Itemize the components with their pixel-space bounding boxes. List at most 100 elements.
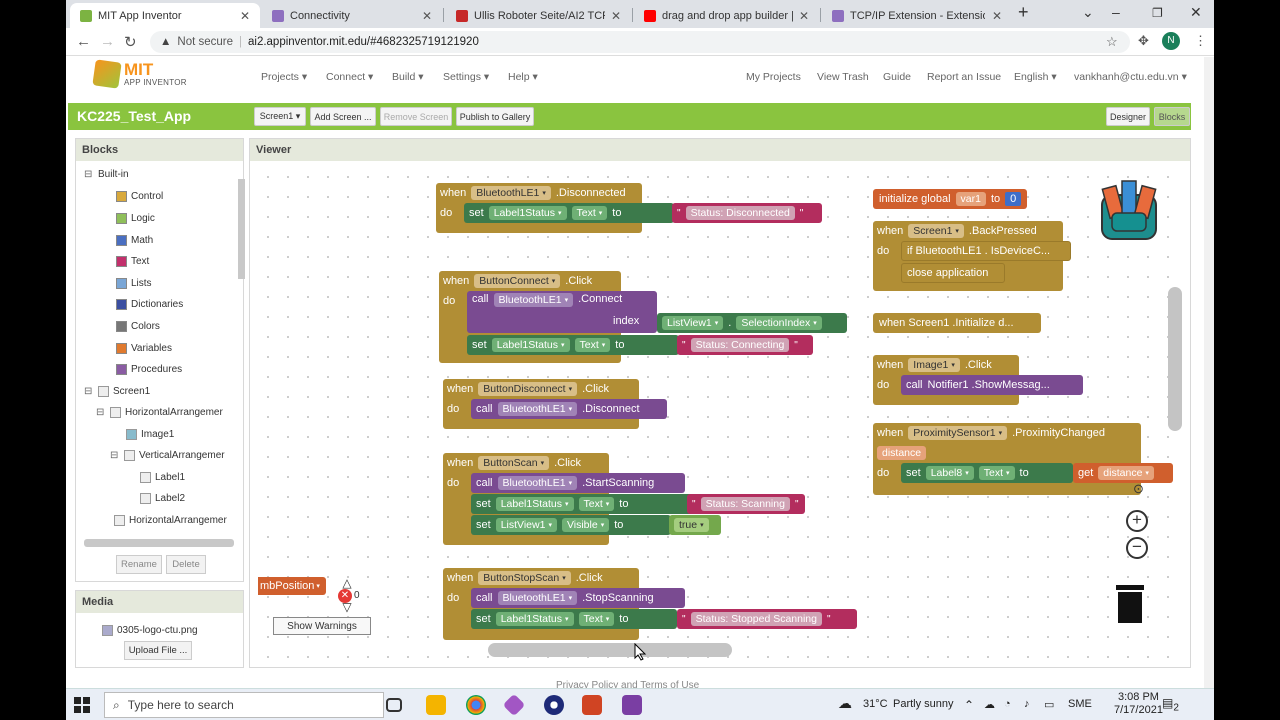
call-block-connect[interactable]: call BluetoothLE1 ▾ .Connect index (467, 291, 657, 333)
designer-button[interactable]: Designer (1106, 107, 1150, 126)
builtin-colors[interactable]: Colors (116, 321, 160, 332)
set-block[interactable]: set Label1Status ▾ Text ▾ to (471, 609, 677, 629)
blocks-button[interactable]: Blocks (1154, 107, 1190, 126)
file-explorer-icon[interactable] (426, 695, 446, 715)
component-dropdown[interactable]: Label1Status ▾ (488, 206, 567, 220)
menu-help[interactable]: Help ▾ (508, 71, 538, 83)
event-block-image-click[interactable]: when Image1 ▾ .Click do call Notifier1 .S… (873, 355, 1083, 405)
component-dropdown[interactable]: Label1Status ▾ (495, 612, 574, 626)
wifi-icon[interactable]: ◔ (1004, 698, 1011, 710)
tree-vertical-scrollbar[interactable] (238, 179, 245, 279)
workspace-horizontal-scrollbar[interactable] (488, 643, 732, 657)
zoom-in-icon[interactable]: + (1126, 510, 1148, 532)
menu-guide[interactable]: Guide (883, 71, 911, 83)
close-tab-icon[interactable]: ✕ (422, 9, 432, 23)
menu-report-issue[interactable]: Report an Issue (927, 71, 1001, 83)
string-value[interactable]: Status: Disconnected (685, 206, 795, 220)
event-block-button-disconnect[interactable]: when ButtonDisconnect ▾ .Click do call Bl… (443, 379, 667, 429)
collapse-icon[interactable]: ⊟ (110, 450, 120, 461)
event-block-button-scan[interactable]: when ButtonScan ▾ .Click do call Bluetoot… (443, 453, 805, 545)
show-warnings-button[interactable]: Show Warnings (273, 617, 371, 635)
trash-can-icon[interactable] (1114, 583, 1146, 625)
initialize-global-block[interactable]: initialize global var1 to 0 (873, 189, 1028, 209)
eclipse-icon[interactable] (544, 695, 564, 715)
property-dropdown[interactable]: SelectionIndex ▾ (736, 316, 822, 330)
tree-label2[interactable]: Label2 (140, 493, 185, 504)
event-block-ble-disconnected[interactable]: when BluetoothLE1 ▾ .Disconnected do set … (436, 183, 822, 233)
property-dropdown[interactable]: Text ▾ (578, 497, 615, 511)
builtin-control[interactable]: Control (116, 191, 163, 202)
logic-true-block[interactable]: true ▾ (669, 515, 721, 535)
event-block-button-stop-scan[interactable]: when ButtonStopScan ▾ .Click do call Blue… (443, 568, 857, 640)
upload-file-button[interactable]: Upload File ... (124, 641, 192, 660)
call-block-disconnect[interactable]: call BluetoothLE1 ▾ .Disconnect (471, 399, 667, 419)
profile-avatar[interactable]: N (1162, 32, 1180, 50)
app-icon[interactable] (502, 693, 526, 717)
collapse-icon[interactable]: ⊟ (84, 169, 94, 180)
component-dropdown[interactable]: ButtonStopScan ▾ (478, 571, 571, 585)
backpack-icon[interactable] (1094, 177, 1164, 243)
property-dropdown[interactable]: Visible ▾ (561, 518, 610, 532)
set-block[interactable]: set Label1Status ▾ Text ▾ to (464, 203, 674, 223)
bool-dropdown[interactable]: true ▾ (674, 518, 709, 532)
text-string-block[interactable]: " Status: Stopped Scanning " (677, 609, 857, 629)
builtin-math[interactable]: Math (116, 235, 153, 246)
string-value[interactable]: Status: Connecting (690, 338, 790, 352)
minimize-icon[interactable]: – (1112, 4, 1120, 20)
menu-view-trash[interactable]: View Trash (817, 71, 869, 83)
tab-connectivity[interactable]: Connectivity ✕ (262, 3, 442, 28)
property-dropdown[interactable]: Text ▾ (978, 466, 1015, 480)
string-value[interactable]: Status: Stopped Scanning (690, 612, 822, 626)
extensions-icon[interactable]: ✥ (1138, 33, 1149, 49)
text-string-block[interactable]: " Status: Disconnected " (672, 203, 822, 223)
tab-tcpip-extension[interactable]: TCP/IP Extension - Extensions - ✕ (822, 3, 1012, 28)
forward-icon[interactable]: → (100, 33, 115, 50)
text-string-block[interactable]: " Status: Connecting " (677, 335, 813, 355)
tree-image1[interactable]: Image1 (126, 429, 174, 440)
add-screen-button[interactable]: Add Screen ... (310, 107, 376, 126)
component-dropdown[interactable]: ListView1 ▾ (662, 316, 724, 330)
mit-app-inventor-logo[interactable]: MIT APP INVENTOR (92, 59, 187, 89)
tree-screen1[interactable]: ⊟ Screen1 (84, 386, 150, 397)
set-block[interactable]: set Label1Status ▾ Text ▾ to (467, 335, 679, 355)
url-input[interactable]: ▲ Not secure | ai2.appinventor.mit.edu/#… (150, 31, 1130, 53)
bookmark-star-icon[interactable]: ☆ (1106, 34, 1118, 50)
publish-gallery-button[interactable]: Publish to Gallery (456, 107, 534, 126)
menu-connect[interactable]: Connect ▾ (326, 71, 373, 83)
rename-button[interactable]: Rename (116, 555, 162, 574)
call-notifier-collapsed[interactable]: call Notifier1 .ShowMessag... (901, 375, 1083, 395)
close-tab-icon[interactable]: ✕ (799, 9, 809, 23)
powerpoint-icon[interactable] (582, 695, 602, 715)
network-icon[interactable]: ☁ (984, 698, 995, 711)
windows-start-icon[interactable] (74, 697, 90, 713)
builtin-procedures[interactable]: Procedures (116, 364, 182, 375)
builtin-text[interactable]: Text (116, 256, 149, 267)
partial-thumb-position-block[interactable]: mbPosition ▾ (258, 577, 326, 595)
menu-account[interactable]: vankhanh@ctu.edu.vn ▾ (1074, 71, 1187, 83)
component-dropdown[interactable]: BluetoothLE1 ▾ (493, 293, 574, 307)
collapse-icon[interactable]: ⊟ (84, 386, 94, 397)
builtin-variables[interactable]: Variables (116, 343, 172, 354)
property-dropdown[interactable]: Text ▾ (571, 206, 608, 220)
component-dropdown[interactable]: ProximitySensor1 ▾ (908, 426, 1008, 440)
reload-icon[interactable]: ↻ (124, 33, 137, 51)
event-block-screen-initialize-collapsed[interactable]: when Screen1 .Initialize d... (873, 313, 1041, 333)
close-tab-icon[interactable]: ✕ (992, 9, 1002, 23)
menu-settings[interactable]: Settings ▾ (443, 71, 489, 83)
center-icon[interactable]: ⊙ (1133, 481, 1144, 497)
event-block-back-pressed[interactable]: when Screen1 ▾ .BackPressed do if Bluetoo… (873, 221, 1071, 291)
component-dropdown[interactable]: Label8 ▾ (925, 466, 974, 480)
zoom-out-icon[interactable]: − (1126, 537, 1148, 559)
tree-label1[interactable]: Label1 (140, 472, 185, 483)
component-dropdown[interactable]: BluetoothLE1 ▾ (497, 402, 578, 416)
remove-screen-button[interactable]: Remove Screen (380, 107, 452, 126)
component-dropdown[interactable]: Image1 ▾ (908, 358, 960, 372)
get-variable-block[interactable]: get distance ▾ (1073, 463, 1173, 483)
tab-ullis-roboter[interactable]: Ullis Roboter Seite/AI2 TCP Clie ✕ (446, 3, 631, 28)
call-block-stop-scanning[interactable]: call BluetoothLE1 ▾ .StopScanning (471, 588, 685, 608)
clock[interactable]: 3:08 PM 7/17/2021 (1114, 691, 1163, 717)
error-icon[interactable]: ✕ (338, 589, 352, 603)
component-dropdown[interactable]: BluetoothLE1 ▾ (471, 186, 551, 200)
component-dropdown[interactable]: ListView1 ▾ (495, 518, 557, 532)
close-application-block[interactable]: close application (901, 263, 1005, 283)
